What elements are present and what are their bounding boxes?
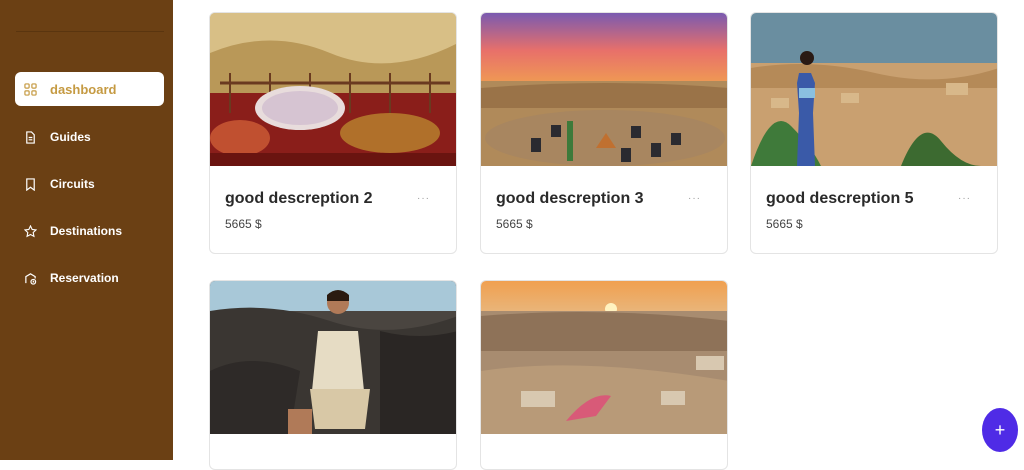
card-image bbox=[481, 281, 727, 434]
sidebar-item-label: Guides bbox=[50, 130, 91, 144]
sidebar-item-dashboard[interactable]: dashboard bbox=[15, 72, 164, 106]
sidebar-item-label: dashboard bbox=[50, 81, 117, 97]
sidebar-item-label: Reservation bbox=[50, 271, 119, 285]
product-card[interactable]: good descreption 5 5665 $ ··· bbox=[750, 12, 998, 254]
sidebar-item-label: Circuits bbox=[50, 177, 95, 191]
card-price: 5665 $ bbox=[496, 217, 533, 231]
star-icon bbox=[23, 224, 37, 238]
main-content: good descreption 2 5665 $ ··· good descr… bbox=[173, 0, 1024, 470]
grid-icon bbox=[23, 82, 37, 96]
product-card[interactable] bbox=[209, 280, 457, 470]
document-icon bbox=[23, 130, 37, 144]
product-card[interactable] bbox=[480, 280, 728, 470]
sidebar-divider bbox=[16, 31, 164, 32]
add-button[interactable]: + bbox=[982, 408, 1018, 452]
bookmark-icon bbox=[23, 177, 37, 191]
more-options-icon[interactable]: ··· bbox=[688, 193, 701, 204]
more-options-icon[interactable]: ··· bbox=[958, 193, 971, 204]
clock-icon bbox=[23, 271, 37, 285]
card-image bbox=[210, 281, 456, 434]
sidebar-item-label: Destinations bbox=[50, 224, 123, 238]
card-image bbox=[210, 13, 456, 166]
product-card[interactable]: good descreption 2 5665 $ ··· bbox=[209, 12, 457, 254]
card-title: good descreption 5 bbox=[766, 190, 914, 207]
sidebar: dashboard Guides Circuits Destinations R… bbox=[0, 0, 173, 460]
card-title: good descreption 3 bbox=[496, 190, 644, 207]
card-price: 5665 $ bbox=[766, 217, 803, 231]
card-image bbox=[481, 13, 727, 166]
more-options-icon[interactable]: ··· bbox=[417, 193, 430, 204]
sidebar-item-reservation[interactable]: Reservation bbox=[15, 261, 164, 295]
card-title: good descreption 2 bbox=[225, 190, 373, 207]
card-image bbox=[751, 13, 997, 166]
product-card[interactable]: good descreption 3 5665 $ ··· bbox=[480, 12, 728, 254]
sidebar-item-circuits[interactable]: Circuits bbox=[15, 167, 164, 201]
sidebar-item-destinations[interactable]: Destinations bbox=[15, 214, 164, 248]
card-price: 5665 $ bbox=[225, 217, 262, 231]
sidebar-item-guides[interactable]: Guides bbox=[15, 120, 164, 154]
